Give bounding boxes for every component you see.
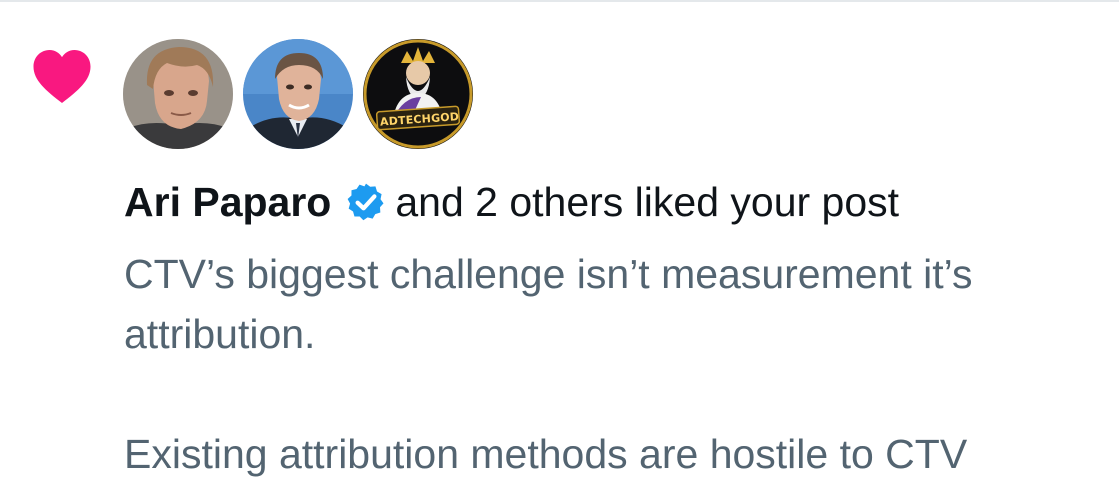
avatar-adtechgod[interactable]: ADTECHGOD [363, 39, 473, 149]
post-line: CTV’s biggest challenge isn’t measuremen… [124, 251, 973, 297]
liker-name[interactable]: Ari Paparo [124, 176, 331, 228]
heart-icon [33, 50, 91, 103]
verified-badge-icon [347, 183, 384, 221]
avatar-second-liker[interactable] [243, 39, 353, 149]
avatar-ari-paparo[interactable] [123, 39, 233, 149]
post-line: attribution. [124, 311, 316, 357]
post-line: Existing attribution methods are hostile… [124, 431, 968, 477]
post-preview-text[interactable]: CTV’s biggest challenge isn’t measuremen… [124, 244, 1119, 484]
notification-headline: Ari Paparo and 2 others liked your post [124, 176, 899, 228]
liker-avatars: ADTECHGOD [123, 39, 473, 151]
like-notification[interactable]: ADTECHGOD Ari Paparo and 2 others liked … [0, 2, 1119, 477]
post-line-blank [124, 364, 1119, 424]
notification-action-text: and 2 others liked your post [395, 179, 900, 225]
